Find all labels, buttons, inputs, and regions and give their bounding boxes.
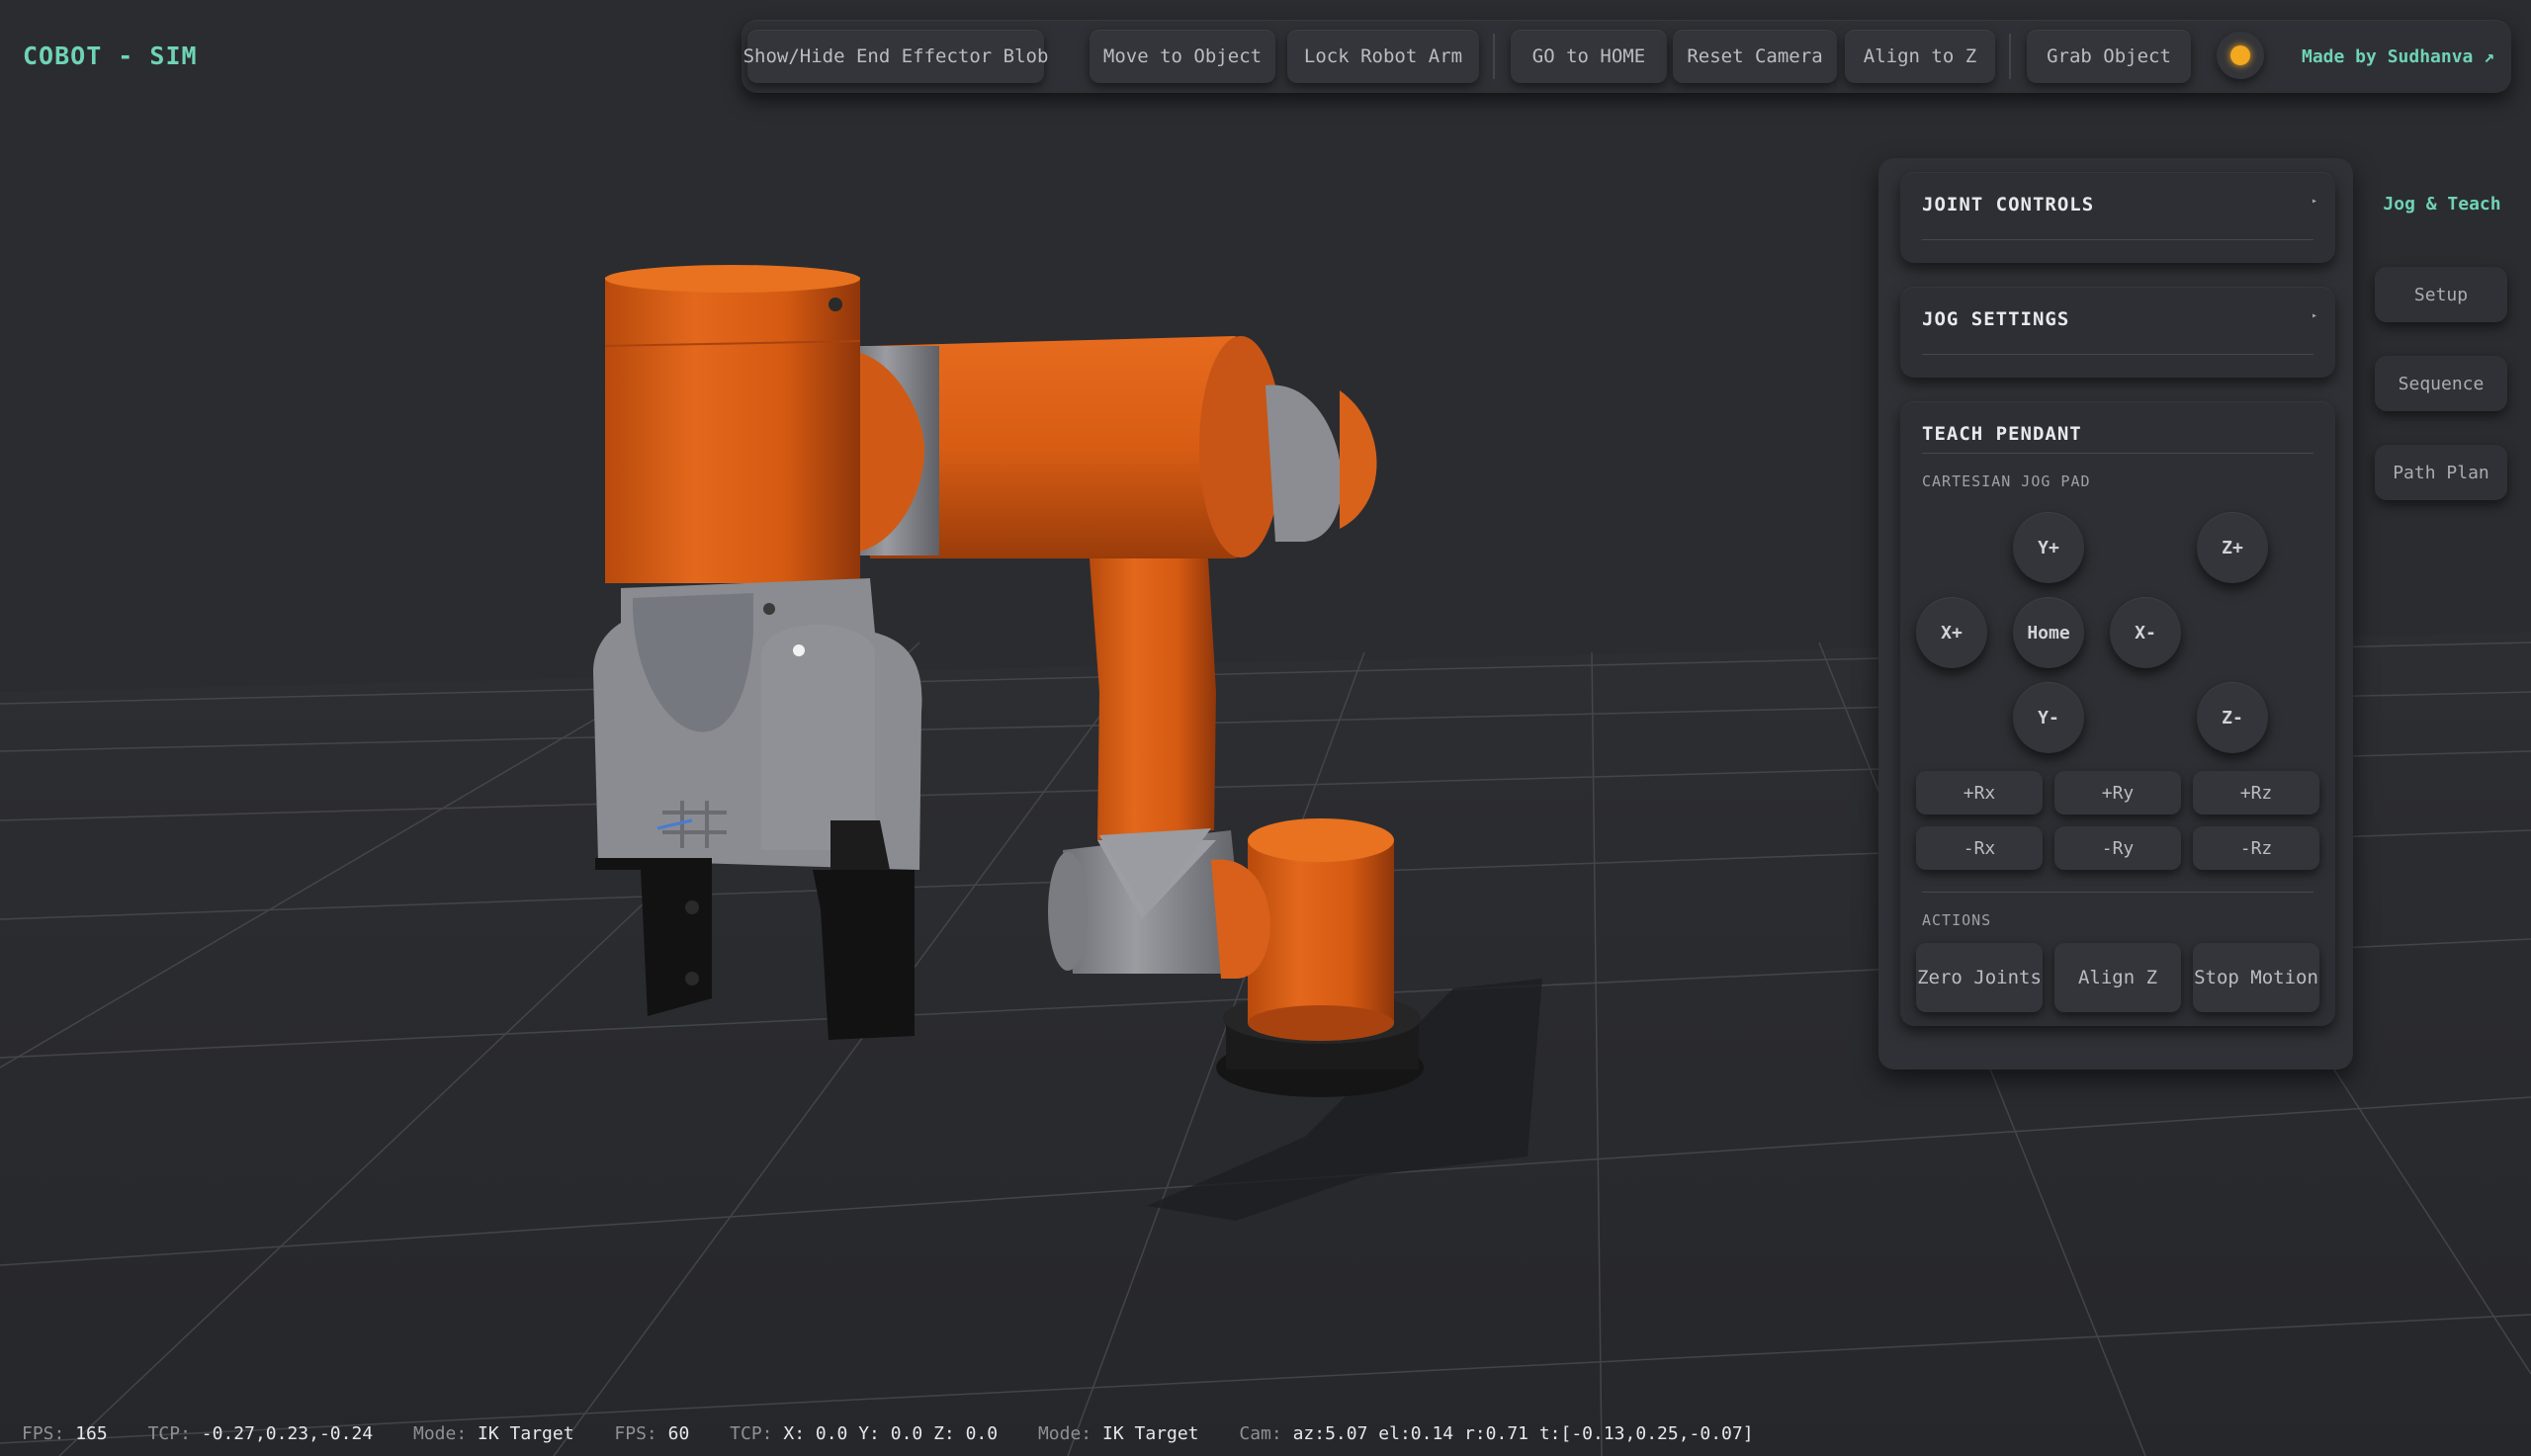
teach-pendant-title: TEACH PENDANT <box>1922 423 2082 445</box>
camera-value: az:5.07 el:0.14 r:0.71 t:[-0.13,0.25,-0.… <box>1292 1423 1754 1444</box>
fps-value: 60 <box>667 1423 690 1444</box>
caret-right-icon[interactable]: ▸ <box>2312 310 2317 321</box>
joint-controls-section[interactable]: JOINT CONTROLS ▸ <box>1900 172 2335 263</box>
jog-home-button[interactable]: Home <box>2013 597 2084 668</box>
section-divider <box>1922 892 2313 893</box>
status-bar: FPS: 165 TCP: -0.27,0.23,-0.24 Mode: IK … <box>22 1423 1784 1444</box>
camera-label: Cam: <box>1239 1423 1282 1444</box>
section-divider <box>1922 239 2313 240</box>
tcp-label: TCP: <box>147 1423 191 1444</box>
tab-sequence[interactable]: Sequence <box>2375 356 2507 411</box>
jog-x-minus-button[interactable]: X- <box>2110 597 2181 668</box>
jog-y-plus-button[interactable]: Y+ <box>2013 512 2084 583</box>
rotate-rz-minus-button[interactable]: -Rz <box>2193 826 2319 870</box>
teach-pendant-section: TEACH PENDANT CARTESIAN JOG PAD Y+ Z+ X+… <box>1900 401 2335 1026</box>
rotate-rx-minus-button[interactable]: -Rx <box>1916 826 2043 870</box>
cartesian-jog-pad-label: CARTESIAN JOG PAD <box>1922 472 2091 490</box>
rotate-rx-plus-button[interactable]: +Rx <box>1916 771 2043 814</box>
lock-robot-arm-button[interactable]: Lock Robot Arm <box>1287 30 1479 83</box>
toggle-end-effector-blob-button[interactable]: Show/Hide End Effector Blob <box>743 30 1048 83</box>
fps-label: FPS: <box>614 1423 657 1444</box>
rotate-ry-minus-button[interactable]: -Ry <box>2054 826 2181 870</box>
grab-object-button[interactable]: Grab Object <box>2027 30 2191 83</box>
tab-setup[interactable]: Setup <box>2375 267 2507 322</box>
align-to-z-button[interactable]: Align to Z <box>1845 30 1995 83</box>
jog-z-plus-button[interactable]: Z+ <box>2197 512 2268 583</box>
tab-path-plan[interactable]: Path Plan <box>2375 445 2507 500</box>
fps-label: FPS: <box>22 1423 65 1444</box>
align-z-button[interactable]: Align Z <box>2054 943 2181 1012</box>
jog-y-minus-button[interactable]: Y- <box>2013 682 2084 753</box>
tcp-value: -0.27,0.23,-0.24 <box>201 1423 374 1444</box>
rotate-rz-plus-button[interactable]: +Rz <box>2193 771 2319 814</box>
app-title: COBOT - SIM <box>23 42 198 70</box>
theme-toggle-button[interactable] <box>2217 32 2264 79</box>
go-to-home-button[interactable]: GO to HOME <box>1511 30 1667 83</box>
mode-value: IK Target <box>478 1423 574 1444</box>
sun-icon <box>2230 45 2250 65</box>
made-by-link[interactable]: Made by Sudhanva ↗ <box>2302 20 2494 93</box>
mode-label: Mode: <box>1037 1423 1092 1444</box>
fps-value: 165 <box>75 1423 108 1444</box>
jog-settings-title: JOG SETTINGS <box>1922 308 2070 330</box>
tcp-label: TCP: <box>730 1423 773 1444</box>
tcp-value: X: 0.0 Y: 0.0 Z: 0.0 <box>783 1423 999 1444</box>
jog-settings-section[interactable]: JOG SETTINGS ▸ <box>1900 287 2335 378</box>
section-divider <box>1922 453 2313 454</box>
toolbar-divider <box>2009 34 2011 79</box>
caret-right-icon[interactable]: ▸ <box>2312 196 2317 207</box>
joint-controls-title: JOINT CONTROLS <box>1922 194 2095 215</box>
control-panel: JOINT CONTROLS ▸ JOG SETTINGS ▸ TEACH PE… <box>1878 158 2353 1070</box>
top-toolbar: Show/Hide End Effector Blob Move to Obje… <box>742 20 2511 93</box>
tab-jog-and-teach[interactable]: Jog & Teach <box>2373 194 2511 219</box>
mode-value: IK Target <box>1101 1423 1199 1444</box>
zero-joints-button[interactable]: Zero Joints <box>1916 943 2043 1012</box>
section-divider <box>1922 354 2313 355</box>
rotate-ry-plus-button[interactable]: +Ry <box>2054 771 2181 814</box>
stop-motion-button[interactable]: Stop Motion <box>2193 943 2319 1012</box>
toolbar-divider <box>1493 34 1495 79</box>
move-to-object-button[interactable]: Move to Object <box>1090 30 1275 83</box>
actions-label: ACTIONS <box>1922 911 1992 929</box>
mode-label: Mode: <box>413 1423 468 1444</box>
jog-x-plus-button[interactable]: X+ <box>1916 597 1987 668</box>
reset-camera-button[interactable]: Reset Camera <box>1673 30 1837 83</box>
jog-z-minus-button[interactable]: Z- <box>2197 682 2268 753</box>
